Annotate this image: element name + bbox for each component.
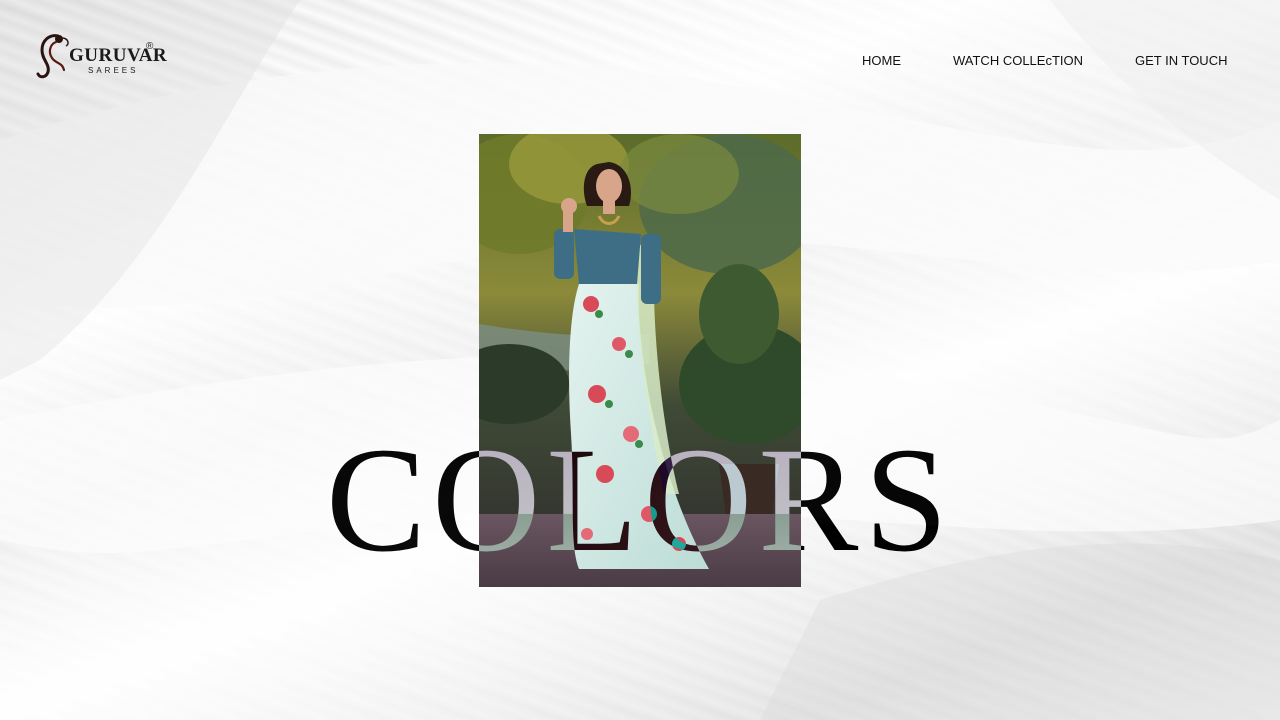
hero-headline: COLORS xyxy=(326,417,954,583)
saree-figure-logo-icon xyxy=(36,34,69,79)
nav-get-in-touch-link[interactable]: GET IN TOUCH xyxy=(1135,53,1227,69)
registered-mark: ® xyxy=(146,41,154,52)
main-nav: HOME WATCH COLLEcTION GET IN TOUCH xyxy=(862,53,1227,69)
nav-home-link[interactable]: HOME xyxy=(862,53,901,69)
brand-logo[interactable]: GURUVAR ® SAREES xyxy=(36,32,167,84)
nav-watch-collection-link[interactable]: WATCH COLLEcTION xyxy=(953,53,1083,69)
brand-subtitle: SAREES xyxy=(88,66,139,75)
